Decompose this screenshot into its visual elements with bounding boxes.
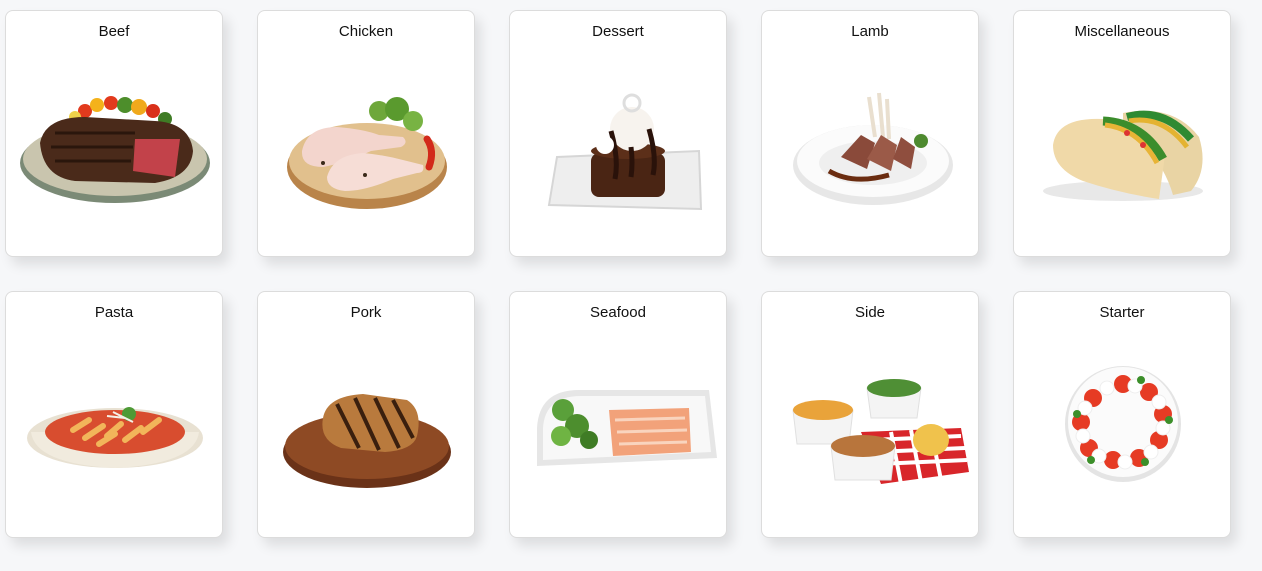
category-title: Lamb — [851, 23, 889, 40]
category-card-pork[interactable]: Pork — [257, 291, 475, 538]
beef-steak-image — [15, 59, 215, 219]
salmon-platter-image — [519, 340, 719, 500]
category-grid: Beef Chicken Dessert Lamb Miscellaneous … — [0, 0, 1262, 571]
category-card-beef[interactable]: Beef — [5, 10, 223, 257]
category-card-lamb[interactable]: Lamb — [761, 10, 979, 257]
category-card-side[interactable]: Side — [761, 291, 979, 538]
category-card-pasta[interactable]: Pasta — [5, 291, 223, 538]
category-title: Side — [854, 304, 886, 321]
tacos-image — [1023, 59, 1223, 219]
caprese-salad-image — [1023, 340, 1223, 500]
penne-pasta-image — [15, 340, 215, 500]
category-card-starter[interactable]: Starter — [1013, 291, 1231, 538]
category-card-miscellaneous[interactable]: Miscellaneous — [1013, 10, 1231, 257]
category-title: Starter — [1099, 304, 1145, 321]
category-title: Chicken — [338, 23, 394, 40]
lamb-chops-image — [771, 59, 971, 219]
chicken-legs-image — [267, 59, 467, 219]
grilled-pork-image — [267, 340, 467, 500]
side-dishes-image — [771, 340, 971, 500]
category-title: Beef — [98, 23, 130, 40]
category-title: Pork — [350, 304, 382, 321]
category-card-chicken[interactable]: Chicken — [257, 10, 475, 257]
brownie-sundae-image — [519, 59, 719, 219]
category-card-dessert[interactable]: Dessert — [509, 10, 727, 257]
category-card-seafood[interactable]: Seafood — [509, 291, 727, 538]
category-title: Seafood — [590, 304, 646, 321]
category-title: Dessert — [592, 23, 644, 40]
category-title: Miscellaneous — [1074, 23, 1170, 40]
category-title: Pasta — [94, 304, 134, 321]
